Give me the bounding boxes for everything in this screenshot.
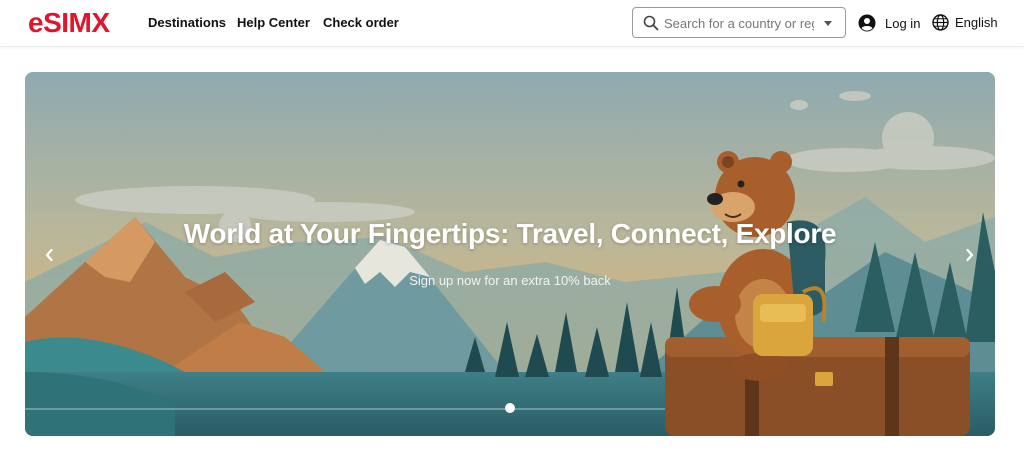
search-box[interactable] bbox=[632, 7, 846, 38]
language-selector[interactable]: English bbox=[932, 12, 998, 32]
carousel-dot-active[interactable] bbox=[505, 403, 515, 413]
carousel-dots bbox=[25, 403, 995, 413]
hero-title: World at Your Fingertips: Travel, Connec… bbox=[183, 218, 837, 249]
globe-icon bbox=[932, 13, 949, 31]
language-label: English bbox=[955, 14, 998, 30]
nav-check-order[interactable]: Check order bbox=[323, 15, 399, 31]
user-icon bbox=[858, 14, 876, 32]
nav-destinations[interactable]: Destinations bbox=[148, 15, 226, 31]
carousel-next-button[interactable] bbox=[958, 240, 982, 270]
login-button[interactable]: Log in bbox=[858, 13, 920, 33]
hero-subtitle: Sign up now for an extra 10% back bbox=[409, 273, 611, 288]
hero-illustration bbox=[25, 72, 995, 436]
hero-banner[interactable]: World at Your Fingertips: Travel, Connec… bbox=[25, 72, 995, 436]
login-label: Log in bbox=[885, 15, 921, 31]
search-input[interactable] bbox=[664, 13, 814, 33]
logo[interactable]: eSIMX bbox=[28, 6, 110, 40]
chevron-left-icon bbox=[45, 248, 53, 262]
chevron-right-icon bbox=[966, 248, 974, 262]
carousel-prev-button[interactable] bbox=[37, 240, 61, 270]
chevron-down-icon[interactable] bbox=[824, 21, 832, 26]
search-icon bbox=[643, 15, 659, 31]
top-header: eSIMX Destinations Help Center Check ord… bbox=[0, 0, 1024, 47]
nav-help-center[interactable]: Help Center bbox=[237, 15, 310, 31]
